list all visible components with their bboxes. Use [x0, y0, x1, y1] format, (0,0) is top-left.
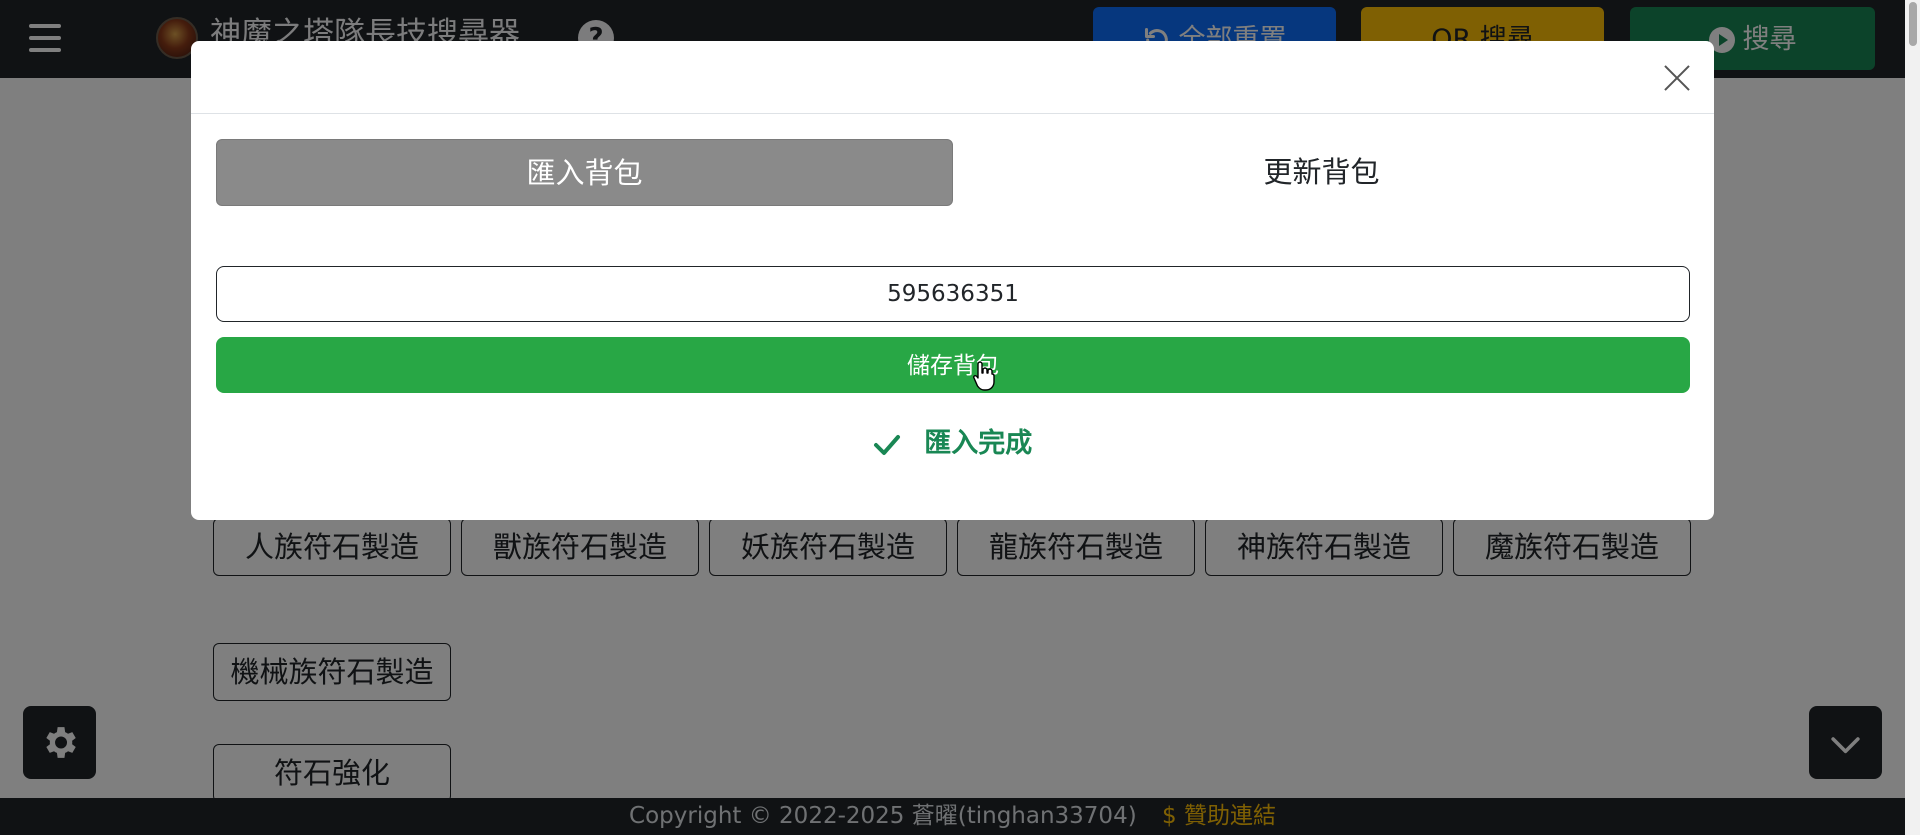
import-status: 匯入完成	[191, 424, 1714, 464]
check-icon	[873, 434, 900, 455]
scrollbar[interactable]	[1905, 0, 1920, 835]
tab-update-backpack[interactable]: 更新背包	[953, 139, 1690, 206]
player-id-input[interactable]	[216, 266, 1690, 322]
save-backpack-button[interactable]: 儲存背包	[216, 337, 1690, 393]
backpack-modal: 匯入背包 更新背包 儲存背包 匯入完成	[191, 41, 1714, 520]
tab-import-backpack[interactable]: 匯入背包	[216, 139, 953, 206]
modal-header	[191, 41, 1714, 114]
close-icon[interactable]	[1660, 61, 1694, 95]
import-status-text: 匯入完成	[924, 428, 1033, 459]
scrollbar-thumb[interactable]	[1909, 2, 1917, 46]
